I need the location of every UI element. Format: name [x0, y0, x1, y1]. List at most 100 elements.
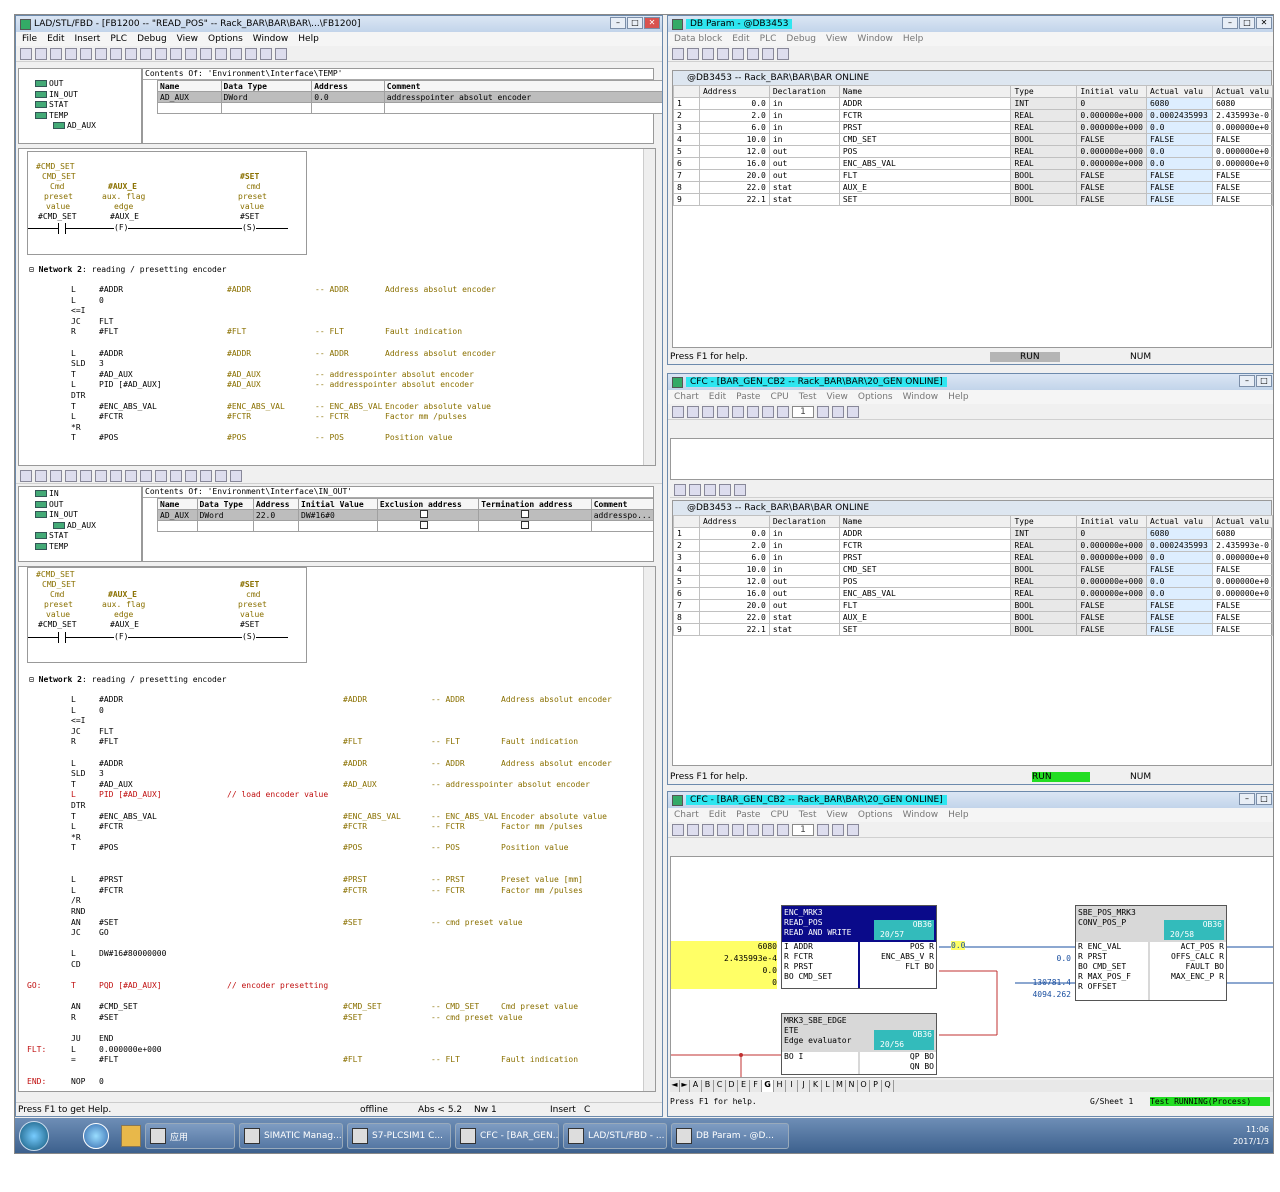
db-cell[interactable]: 0.0: [1145, 121, 1213, 134]
top-tree-item-temp[interactable]: TEMP: [35, 111, 141, 122]
table-row[interactable]: 2 2.0 in FCTR REAL 0.000000e+000 0.0002435993 2…: [673, 539, 1273, 552]
db-cell[interactable]: 0.0: [1145, 157, 1213, 170]
cfc1-paste-icon[interactable]: [747, 405, 759, 418]
sheet-tab-j[interactable]: J: [798, 1080, 810, 1092]
monitor-icon[interactable]: [155, 47, 167, 60]
bottom-decl-cell[interactable]: DW#16#0: [298, 509, 378, 521]
db-cell[interactable]: 6080: [1145, 97, 1213, 110]
help-icon[interactable]: [275, 47, 287, 60]
lad-menu-window[interactable]: Window: [253, 34, 289, 44]
undo-icon-2[interactable]: [125, 469, 137, 482]
table-row[interactable]: 7 20.0 out FLT BOOL FALSE FALSE FALSE: [673, 169, 1273, 182]
paste-icon[interactable]: [110, 47, 122, 60]
cfc2-block-icon[interactable]: [762, 823, 774, 836]
cfc2-paste-icon[interactable]: [747, 823, 759, 836]
db-print-icon[interactable]: [702, 47, 714, 60]
block-input-pin[interactable]: BO CMD_SET: [784, 972, 858, 982]
table-row[interactable]: 4 10.0 in CMD_SET BOOL FALSE FALSE FALSE: [673, 133, 1273, 146]
scrollbar-bottom[interactable]: [643, 567, 655, 1091]
table-row[interactable]: 5 12.0 out POS REAL 0.000000e+000 0.0 0.000000e…: [673, 575, 1273, 588]
bottom-tree-item-temp[interactable]: TEMP: [35, 542, 141, 553]
close-button[interactable]: ✕: [644, 17, 660, 29]
top-decl-empty-cell[interactable]: [311, 102, 385, 114]
sheet-tab-a[interactable]: A: [690, 1080, 702, 1092]
cfc1-menu-paste[interactable]: Paste: [736, 392, 760, 402]
sheet-tab-m[interactable]: M: [834, 1080, 846, 1092]
block-input-pin[interactable]: R PRST: [1078, 952, 1148, 962]
db-cell[interactable]: FALSE: [1145, 611, 1213, 624]
block-input-pin[interactable]: BO I: [784, 1052, 858, 1062]
cfc2-copy-icon[interactable]: [732, 823, 744, 836]
cfc1-block-icon[interactable]: [762, 405, 774, 418]
cfc1-zoom-select[interactable]: 1: [792, 405, 814, 418]
save-icon-2[interactable]: [50, 469, 62, 482]
cfc2-cut-icon[interactable]: [717, 823, 729, 836]
top-tree-item-ad-aux[interactable]: AD_AUX: [35, 121, 141, 132]
block-output-pin[interactable]: QP BO: [860, 1052, 934, 1062]
cfc2-open-icon[interactable]: [687, 823, 699, 836]
taskbar-item-5[interactable]: LAD/STL/FBD - ...: [563, 1123, 667, 1149]
cfc1-menu-window[interactable]: Window: [903, 392, 939, 402]
db-copy-icon[interactable]: [747, 47, 759, 60]
top-decl-cell[interactable]: addresspointer absolut encoder: [383, 91, 662, 103]
block-input-pin[interactable]: R ENC_VAL: [1078, 942, 1148, 952]
block-input-pin[interactable]: BO CMD_SET: [1078, 962, 1148, 972]
db-cell[interactable]: 0.0002435993: [1145, 539, 1213, 552]
db-cell[interactable]: 0.0: [1145, 587, 1213, 600]
block-input-pin[interactable]: R MAX_POS_F: [1078, 972, 1148, 982]
db-cell[interactable]: FALSE: [1145, 599, 1213, 612]
new-icon-2[interactable]: [20, 469, 32, 482]
taskbar-item-4[interactable]: CFC - [BAR_GEN...: [455, 1123, 559, 1149]
db-menu-debug[interactable]: Debug: [786, 34, 816, 44]
contact-nc-icon-2[interactable]: [200, 469, 212, 482]
block-input-pin[interactable]: R PRST: [784, 962, 858, 972]
table-row-empty[interactable]: [157, 102, 662, 114]
contact-no-icon[interactable]: [185, 47, 197, 60]
contact-nc-icon[interactable]: [200, 47, 212, 60]
redo-icon-2[interactable]: [140, 469, 152, 482]
cfc2-menu-test[interactable]: Test: [799, 810, 817, 820]
taskbar-item-1[interactable]: 应用: [145, 1123, 235, 1149]
redo-icon[interactable]: [140, 47, 152, 60]
cfc1-zoom-in-icon[interactable]: [817, 405, 829, 418]
block-output-pin[interactable]: MAX_ENC_P R: [1150, 972, 1224, 982]
paste-icon-2[interactable]: [110, 469, 122, 482]
table-row[interactable]: 4 10.0 in CMD_SET BOOL FALSE FALSE FALSE: [673, 563, 1273, 576]
monitor-icon-2[interactable]: [155, 469, 167, 482]
db-cell[interactable]: FALSE: [1145, 623, 1213, 636]
cfc2-menu-options[interactable]: Options: [858, 810, 893, 820]
taskbar-item-6[interactable]: DB Param - @D...: [671, 1123, 789, 1149]
table-row[interactable]: 8 22.0 stat AUX_E BOOL FALSE FALSE FALSE: [673, 181, 1273, 194]
top-decl-cell[interactable]: DWord: [220, 91, 313, 103]
cfc1-open-icon[interactable]: [687, 405, 699, 418]
table-row[interactable]: AD_AUX DWord 0.0 addresspointer absolut enc…: [157, 91, 662, 103]
db-monitor-icon[interactable]: [762, 47, 774, 60]
db2-open-icon[interactable]: [674, 483, 686, 496]
cfc1-minimize-button[interactable]: –: [1239, 375, 1255, 387]
bottom-tree-item-stat[interactable]: STAT: [35, 531, 141, 542]
block-output-pin[interactable]: FAULT BO: [1150, 962, 1224, 972]
table-row[interactable]: 8 22.0 stat AUX_E BOOL FALSE FALSE FALSE: [673, 611, 1273, 624]
block-output-pin[interactable]: QN BO: [860, 1062, 934, 1072]
top-decl-empty-cell[interactable]: [383, 102, 662, 114]
checkbox[interactable]: [521, 510, 530, 518]
db-menu-help[interactable]: Help: [903, 34, 924, 44]
db2-save-icon[interactable]: [689, 483, 701, 496]
bottom-decl-empty-cell[interactable]: [376, 520, 480, 532]
db-menu-edit[interactable]: Edit: [732, 34, 749, 44]
bottom-decl-cell[interactable]: 22.0: [252, 509, 300, 521]
ie-icon[interactable]: [83, 1123, 109, 1149]
bottom-decl-cell[interactable]: DWord: [196, 509, 254, 521]
db2-monitor-icon[interactable]: [719, 483, 731, 496]
sheet-tab-e[interactable]: E: [738, 1080, 750, 1092]
copy-icon[interactable]: [95, 47, 107, 60]
save-icon[interactable]: [50, 47, 62, 60]
bottom-decl-cell[interactable]: [478, 509, 592, 521]
table-row[interactable]: 9 22.1 stat SET BOOL FALSE FALSE FALSE: [673, 193, 1273, 206]
cfc1-help-icon[interactable]: [847, 405, 859, 418]
coil-icon[interactable]: [215, 47, 227, 60]
bottom-decl-cell[interactable]: AD_AUX: [157, 509, 198, 521]
bottom-tree-item-in-out[interactable]: IN_OUT: [35, 510, 141, 521]
db-help-icon[interactable]: [777, 47, 789, 60]
cfc1-menu-chart[interactable]: Chart: [674, 392, 699, 402]
